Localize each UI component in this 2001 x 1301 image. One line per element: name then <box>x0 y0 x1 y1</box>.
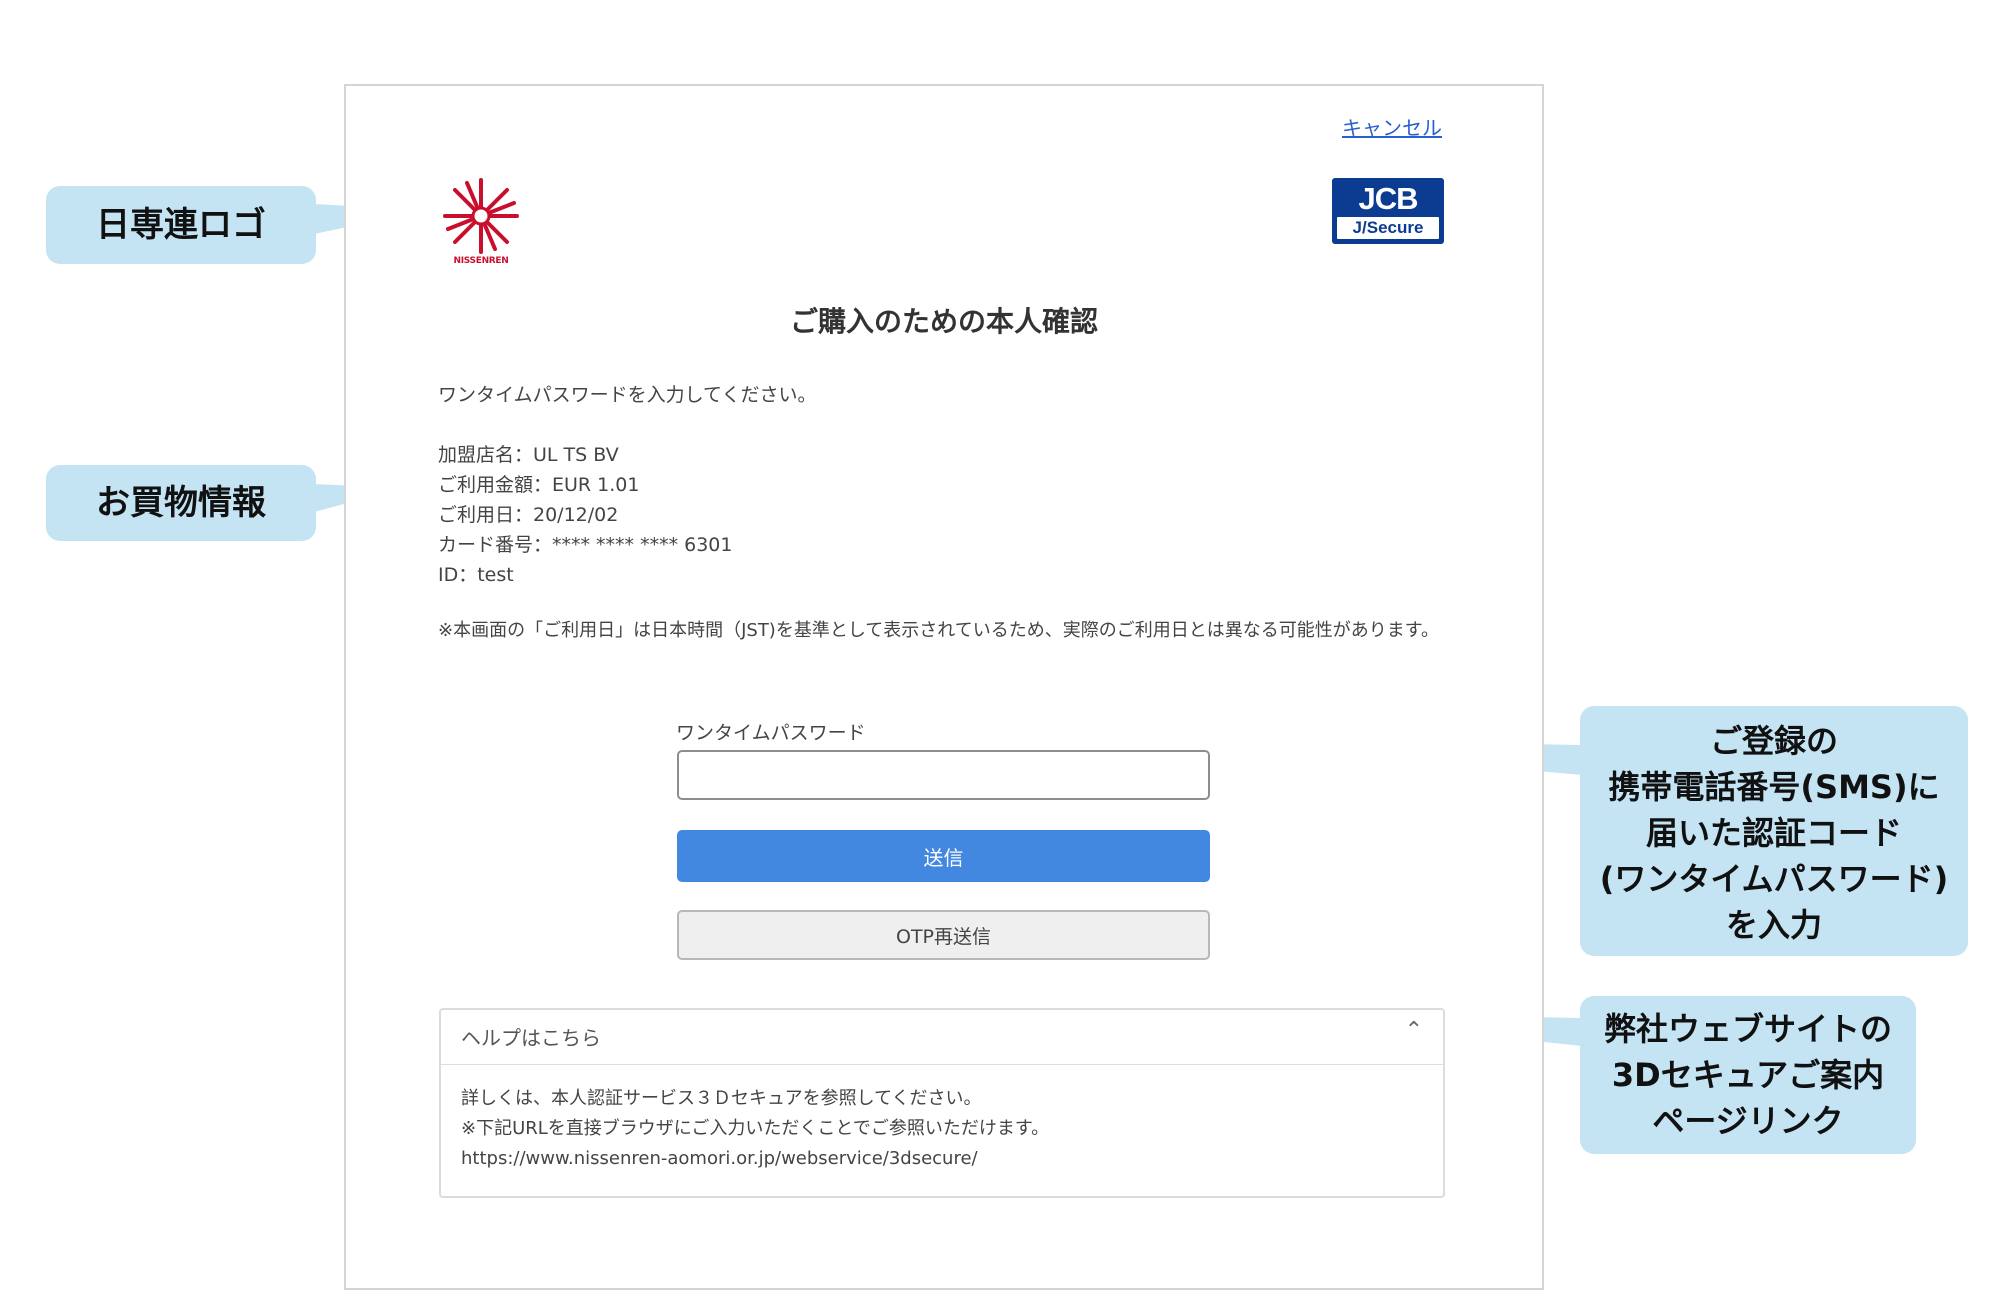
callout-otp-line: 届いた認証コード <box>1645 814 1902 852</box>
chevron-up-icon[interactable]: ⌃ <box>1405 1018 1423 1043</box>
callout-help-line: 弊社ウェブサイトの <box>1603 1010 1892 1048</box>
callout-otp-line: を入力 <box>1725 906 1822 944</box>
help-panel: ヘルプはこちら ⌃ 詳しくは、本人認証サービス３Ｄセキュアを参照してください。 … <box>439 1008 1445 1198</box>
callout-otp-line: ご登録の <box>1709 722 1838 760</box>
help-text-line: ※下記URLを直接ブラウザにご入力いただくことでご参照いただけます。 <box>461 1118 1050 1139</box>
jsecure-logo-text: J/Secure <box>1337 217 1439 239</box>
merchant-name: 加盟店名：UL TS BV <box>438 444 619 466</box>
callout-logo: 日専連ロゴ <box>46 186 316 264</box>
purchase-date: ご利用日：20/12/02 <box>438 504 619 526</box>
help-panel-title: ヘルプはこちら <box>461 1026 601 1050</box>
card-number: カード番号：**** **** **** 6301 <box>438 534 733 556</box>
callout-otp: ご登録の 携帯電話番号(SMS)に 届いた認証コード (ワンタイムパスワード) … <box>1580 706 1968 956</box>
purchase-info: 加盟店名：UL TS BV ご利用金額：EUR 1.01 ご利用日：20/12/… <box>438 440 732 590</box>
help-url: https://www.nissenren-aomori.or.jp/webse… <box>461 1148 978 1169</box>
callout-otp-line: 携帯電話番号(SMS)に <box>1608 768 1940 806</box>
nissenren-logo-text: NISSENREN <box>453 256 509 266</box>
callout-otp-line: (ワンタイムパスワード) <box>1599 860 1949 898</box>
cancel-link[interactable]: キャンセル <box>1342 112 1442 141</box>
help-panel-body: 詳しくは、本人認証サービス３Ｄセキュアを参照してください。 ※下記URLを直接ブ… <box>461 1084 1423 1174</box>
jcb-jsecure-logo: JCB J/Secure <box>1332 178 1444 244</box>
otp-input[interactable] <box>677 750 1210 800</box>
callout-help-line: ページリンク <box>1652 1102 1844 1140</box>
help-text-line: 詳しくは、本人認証サービス３Ｄセキュアを参照してください。 <box>461 1088 982 1109</box>
otp-label: ワンタイムパスワード <box>676 722 866 744</box>
jcb-logo-text: JCB <box>1358 181 1418 216</box>
resend-otp-button[interactable]: OTP再送信 <box>677 910 1210 960</box>
callout-shopping: お買物情報 <box>46 465 316 541</box>
date-note: ※本画面の「ご利用日」は日本時間（JST)を基準として表示されているため、実際の… <box>438 620 1439 641</box>
auth-page-frame: キャンセル NISSENREN JCB J/Secure ご購入のための本人確認… <box>344 84 1544 1290</box>
user-id: ID：test <box>438 564 514 586</box>
callout-help-line: 3Dセキュアご案内 <box>1611 1056 1885 1094</box>
nissenren-burst-icon <box>443 178 519 254</box>
page-title: ご購入のための本人確認 <box>789 305 1098 338</box>
callout-help: 弊社ウェブサイトの 3Dセキュアご案内 ページリンク <box>1580 996 1916 1154</box>
submit-button[interactable]: 送信 <box>677 830 1210 882</box>
help-panel-header[interactable]: ヘルプはこちら ⌃ <box>441 1010 1443 1065</box>
otp-instruction: ワンタイムパスワードを入力してください。 <box>438 384 817 406</box>
purchase-amount: ご利用金額：EUR 1.01 <box>438 474 640 496</box>
nissenren-logo: NISSENREN <box>440 176 522 268</box>
